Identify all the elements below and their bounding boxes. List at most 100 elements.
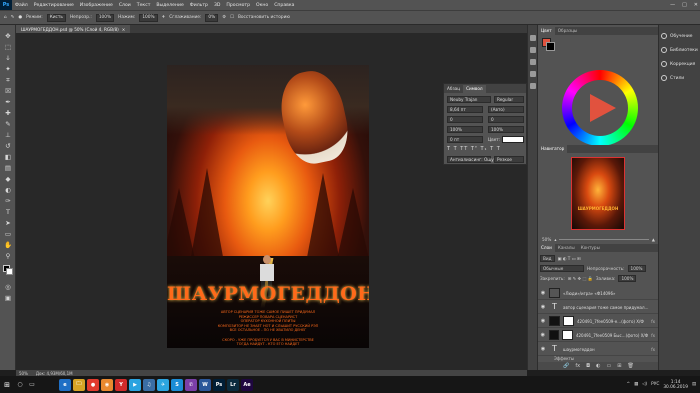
character-icon[interactable] <box>530 83 536 89</box>
antialias-select[interactable]: Антиалиасинг: Ощущ. <box>447 156 499 163</box>
gradient-tool-icon[interactable]: ▤ <box>4 164 12 172</box>
font-style-select[interactable]: Regular <box>494 96 524 103</box>
eyedropper-tool-icon[interactable]: ✒ <box>4 98 12 106</box>
clock[interactable]: 1:14 30.06.2019 <box>663 380 688 390</box>
background-color-swatch[interactable] <box>6 268 13 275</box>
crop-tool-icon[interactable]: ⌗ <box>4 76 12 84</box>
menu-view[interactable]: Просмотр <box>223 3 253 8</box>
menu-file[interactable]: Файл <box>12 3 31 8</box>
taskbar-app-icon[interactable]: Ae <box>241 378 253 391</box>
learn-panel-button[interactable]: Обучение <box>661 33 692 39</box>
start-button[interactable]: ⊞ <box>0 376 14 393</box>
color-wheel[interactable] <box>562 70 638 146</box>
layer-row[interactable]: ◉ T шаурмогеддон fx <box>538 343 659 356</box>
tab-swatches[interactable]: Образцы <box>555 27 581 35</box>
menu-window[interactable]: Окно <box>253 3 271 8</box>
close-tab-icon[interactable]: × <box>122 27 126 32</box>
tab-navigator[interactable]: Навигатор <box>538 145 568 153</box>
tab-color[interactable]: Цвет <box>538 27 555 35</box>
volume-icon[interactable]: ◁) <box>642 382 647 387</box>
taskbar-app-icon[interactable]: ▶ <box>129 378 141 391</box>
language-select[interactable]: Резкое <box>494 156 524 163</box>
menu-edit[interactable]: Редактирование <box>31 3 77 8</box>
add-style-icon[interactable]: fx <box>575 363 580 369</box>
menu-3d[interactable]: 3D <box>211 3 223 8</box>
pen-tool-icon[interactable]: ✑ <box>4 197 12 205</box>
network-icon[interactable]: ▦ <box>634 382 638 387</box>
link-layers-icon[interactable]: 🔗 <box>563 363 569 369</box>
baseline-input[interactable]: 0 пт <box>447 136 483 143</box>
airbrush-icon[interactable]: ✈ <box>162 15 166 20</box>
task-view-icon[interactable]: ▭ <box>26 381 38 388</box>
taskbar-app-icon[interactable]: ✆ <box>185 378 197 391</box>
menu-layers[interactable]: Слои <box>116 3 134 8</box>
eraser-tool-icon[interactable]: ◧ <box>4 153 12 161</box>
new-layer-icon[interactable]: ⊞ <box>617 363 621 369</box>
blend-mode-select[interactable]: Обычные <box>540 265 584 272</box>
sample-all-label[interactable]: Восстановить историю <box>238 15 290 20</box>
layer-filter-select[interactable]: Вид <box>540 255 555 262</box>
tracking-input[interactable]: 0 <box>488 116 524 123</box>
eye-icon[interactable]: ◉ <box>540 332 546 338</box>
taskbar-app-icon[interactable]: 🗀 <box>73 378 85 391</box>
status-zoom[interactable]: 50% <box>19 371 28 376</box>
lock-icons[interactable]: ⊞ ✎ ✥ ⬚ 🔒 <box>568 276 593 282</box>
taskbar-app-icon[interactable]: S <box>171 378 183 391</box>
blur-tool-icon[interactable]: ◆ <box>4 175 12 183</box>
fill-input[interactable]: 100% <box>618 275 637 282</box>
tab-paths[interactable]: Контуры <box>578 244 603 252</box>
brush-size-icon[interactable]: ● <box>18 15 22 20</box>
add-mask-icon[interactable]: ◘ <box>586 363 590 369</box>
taskbar-app-icon[interactable]: ♫ <box>143 378 155 391</box>
zoom-tool-icon[interactable]: ⚲ <box>4 252 12 260</box>
taskbar-app-icon[interactable]: ✈ <box>157 378 169 391</box>
path-select-icon[interactable]: ➤ <box>4 219 12 227</box>
hand-tool-icon[interactable]: ✋ <box>4 241 12 249</box>
taskbar-app-icon[interactable]: Y <box>115 378 127 391</box>
layer-row[interactable]: ◉ «Люди»/игра» «Ф14096» <box>538 287 659 300</box>
layer-row[interactable]: ◉ T автор сценария тоже самое придумал… <box>538 301 659 314</box>
tab-character[interactable]: Символ <box>463 85 486 93</box>
smoothing-input[interactable]: 0% <box>205 13 219 22</box>
taskbar-app-icon[interactable]: ● <box>87 378 99 391</box>
adjustments-icon[interactable] <box>530 59 536 65</box>
brush-tool-icon[interactable]: ✎ <box>4 120 12 128</box>
opacity-input[interactable]: 100% <box>95 13 115 22</box>
eye-icon[interactable]: ◉ <box>540 304 546 310</box>
font-family-select[interactable]: Neuby Trajan <box>447 96 491 103</box>
dodge-tool-icon[interactable]: ◐ <box>4 186 12 194</box>
adjustment-layer-icon[interactable]: ◐ <box>596 363 600 369</box>
effects-label[interactable]: Эффекты <box>554 356 574 361</box>
eye-icon[interactable]: ◉ <box>540 318 546 324</box>
leading-input[interactable]: (Авто) <box>488 106 524 113</box>
home-icon[interactable]: ⌂ <box>4 15 7 20</box>
layer-fx[interactable]: fx <box>651 347 655 352</box>
menu-filter[interactable]: Фильтр <box>187 3 211 8</box>
language-indicator[interactable]: РУС <box>651 382 659 387</box>
taskbar-app-icon[interactable]: Lr <box>227 378 239 391</box>
poster-canvas[interactable]: ШАУРМОГЕДДОН Автор сценария тоже самое п… <box>167 65 369 348</box>
quick-select-tool-icon[interactable]: ✦ <box>4 65 12 73</box>
tab-layers[interactable]: Слои <box>538 244 555 252</box>
text-style-buttons[interactable]: T T TT Tᵀ T₁ T T <box>447 146 501 152</box>
background-color-swatch[interactable] <box>546 42 555 51</box>
minimize-button[interactable]: — <box>670 2 675 8</box>
taskbar-app-icon[interactable]: e <box>59 378 71 391</box>
healing-tool-icon[interactable]: ✚ <box>4 109 12 117</box>
flow-input[interactable]: 100% <box>139 13 158 22</box>
menu-select[interactable]: Выделение <box>153 3 186 8</box>
menu-image[interactable]: Изображение <box>77 3 116 8</box>
gear-icon[interactable]: ⚙ <box>222 15 226 20</box>
move-tool-icon[interactable]: ✥ <box>4 32 12 40</box>
vertical-scale-input[interactable]: 100% <box>447 126 483 133</box>
taskbar-app-icon[interactable]: Ps <box>213 378 225 391</box>
font-size-input[interactable]: 8,64 пт <box>447 106 483 113</box>
kerning-input[interactable]: 0 <box>447 116 483 123</box>
checkbox-icon[interactable]: ☐ <box>230 15 234 20</box>
paragraph-icon[interactable] <box>530 71 536 77</box>
history-brush-icon[interactable]: ↺ <box>4 142 12 150</box>
menu-type[interactable]: Текст <box>134 3 154 8</box>
document-tab[interactable]: ШАУРМОГЕДДОН.psd @ 50% (Слой 4, RGB/8) × <box>16 25 131 33</box>
filter-icons[interactable]: ▣ ◐ T ▭ ⊞ <box>558 256 581 261</box>
text-color-swatch[interactable] <box>502 136 524 143</box>
